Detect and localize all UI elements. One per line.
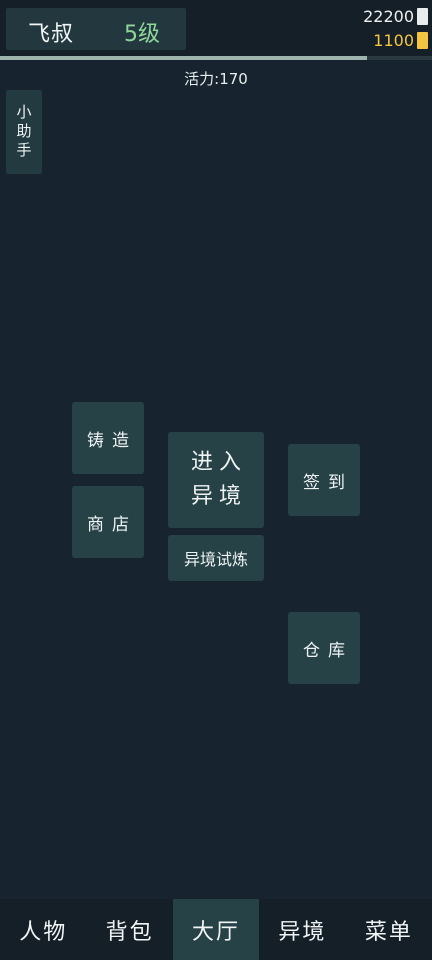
shop-button[interactable]: 商店: [72, 486, 144, 558]
nav-tab-realm[interactable]: 异境: [259, 899, 345, 960]
enter-realm-label-line1: 进入: [190, 450, 247, 475]
stamina-label: 活力:170: [184, 70, 248, 88]
enter-realm-button[interactable]: 进入 异境: [168, 432, 264, 528]
bottom-navigation: 人物 背包 大厅 异境 菜单: [0, 899, 432, 960]
helper-button[interactable]: 小助手: [6, 90, 42, 174]
player-info-box[interactable]: 飞叔 5级: [6, 8, 186, 50]
primary-currency-amount: 22200: [363, 7, 414, 26]
player-name: 飞叔: [28, 22, 75, 47]
nav-tab-backpack[interactable]: 背包: [86, 899, 172, 960]
nav-tab-hall[interactable]: 大厅: [172, 899, 260, 960]
top-status-bar: 飞叔 5级 22200 1100: [0, 0, 432, 56]
gold-currency-amount: 1100: [373, 31, 414, 50]
forge-button[interactable]: 铸造: [72, 402, 144, 474]
enter-realm-label-line2: 异境: [190, 484, 247, 509]
checkin-button[interactable]: 签到: [288, 444, 360, 516]
silver-currency-icon: [417, 8, 428, 25]
experience-progress-bar: [0, 56, 432, 60]
experience-progress-fill: [0, 56, 368, 60]
warehouse-button[interactable]: 仓库: [288, 612, 360, 684]
nav-tab-menu[interactable]: 菜单: [346, 899, 432, 960]
player-level: 5级: [124, 22, 160, 47]
realm-trial-button[interactable]: 异境试炼: [168, 535, 264, 581]
gold-currency-icon: [417, 32, 428, 49]
nav-tab-character[interactable]: 人物: [0, 899, 86, 960]
